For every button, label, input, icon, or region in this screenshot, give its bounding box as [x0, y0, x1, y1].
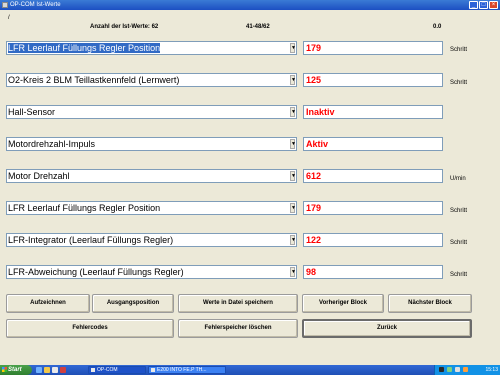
maximize-icon[interactable]: □	[479, 1, 488, 9]
chevron-down-icon[interactable]: ▼	[290, 203, 296, 213]
value-field-6: 179	[303, 201, 443, 215]
value-field-3: Inaktiv	[303, 105, 443, 119]
param-label: LFR Leerlauf Füllungs Regler Position	[8, 43, 161, 53]
param-label: Motor Drehzahl	[8, 171, 70, 181]
header-value: 0.0	[433, 24, 442, 30]
chevron-down-icon[interactable]: ▼	[290, 139, 296, 149]
value-field-5: 612	[303, 169, 443, 183]
quicklaunch-media-icon[interactable]	[60, 367, 66, 373]
param-select-7[interactable]: LFR-Integrator (Leerlauf Füllungs Regler…	[6, 233, 297, 247]
ist-werte-panel: / Anzahl der Ist-Werte: 62 41-48/62 0.0 …	[0, 10, 500, 365]
clock: 15:13	[485, 367, 498, 373]
app-icon	[2, 2, 8, 8]
clear-fault-memory-button[interactable]: Fehlerspeicher löschen	[178, 319, 298, 338]
close-icon[interactable]: ×	[489, 1, 498, 9]
chevron-down-icon[interactable]: ▼	[290, 107, 296, 117]
tray-icon[interactable]	[463, 367, 468, 372]
value-field-7: 122	[303, 233, 443, 247]
tray-icon[interactable]	[455, 367, 460, 372]
unit-label-1: Schritt	[450, 47, 468, 53]
unit-label-8: Schritt	[450, 272, 468, 278]
save-to-file-button[interactable]: Werte in Datei speichern	[178, 294, 298, 313]
tray-icon[interactable]	[447, 367, 452, 372]
app-icon	[151, 368, 155, 372]
param-select-4[interactable]: Motordrehzahl-Impuls ▼	[6, 137, 297, 151]
param-label: Motordrehzahl-Impuls	[8, 139, 96, 149]
param-select-6[interactable]: LFR Leerlauf Füllungs Regler Position ▼	[6, 201, 297, 215]
start-label: Start	[8, 367, 22, 373]
app-icon	[91, 368, 95, 372]
taskbar-item-window[interactable]: E200 INTO FE.P TH...	[148, 366, 226, 374]
unit-label-5: U/min	[450, 176, 466, 182]
param-label: LFR Leerlauf Füllungs Regler Position	[8, 203, 161, 213]
start-position-button[interactable]: Ausgangsposition	[92, 294, 174, 313]
unit-label-7: Schritt	[450, 240, 468, 246]
param-label: Hall-Sensor	[8, 107, 56, 117]
param-select-5[interactable]: Motor Drehzahl ▼	[6, 169, 297, 183]
param-label: LFR-Abweichung (Leerlauf Füllungs Regler…	[8, 267, 184, 277]
taskbar-item-opcom[interactable]: OP-COM	[88, 366, 146, 374]
chevron-down-icon[interactable]: ▼	[290, 171, 296, 181]
back-button[interactable]: Zurück	[302, 319, 472, 338]
start-button[interactable]: Start	[0, 365, 32, 375]
record-button[interactable]: Aufzeichnen	[6, 294, 90, 313]
fault-codes-button[interactable]: Fehlercodes	[6, 319, 174, 338]
minimize-icon[interactable]: _	[469, 1, 478, 9]
chevron-down-icon[interactable]: ▼	[290, 267, 296, 277]
chevron-down-icon[interactable]: ▼	[290, 43, 296, 53]
tray-icon[interactable]	[439, 367, 444, 372]
taskbar: Start OP-COM E200 INTO FE.P TH... 15:13	[0, 365, 500, 375]
system-tray: 15:13	[434, 365, 500, 375]
value-field-8: 98	[303, 265, 443, 279]
window-title-bar: OP-COM Ist-Werte _ □ ×	[0, 0, 500, 10]
param-select-1[interactable]: LFR Leerlauf Füllungs Regler Position ▼	[6, 41, 297, 55]
windows-logo-icon	[2, 367, 7, 372]
param-label: LFR-Integrator (Leerlauf Füllungs Regler…	[8, 235, 174, 245]
value-count-label: Anzahl der Ist-Werte: 62	[90, 24, 159, 30]
chevron-down-icon[interactable]: ▼	[290, 75, 296, 85]
value-field-1: 179	[303, 41, 443, 55]
param-select-8[interactable]: LFR-Abweichung (Leerlauf Füllungs Regler…	[6, 265, 297, 279]
param-select-3[interactable]: Hall-Sensor ▼	[6, 105, 297, 119]
desktop-icon[interactable]	[36, 367, 42, 373]
previous-block-button[interactable]: Vorheriger Block	[302, 294, 384, 313]
value-field-4: Aktiv	[303, 137, 443, 151]
block-range-label: 41-48/62	[246, 24, 270, 30]
unit-label-6: Schritt	[450, 208, 468, 214]
unit-label-2: Schritt	[450, 80, 468, 86]
chevron-down-icon[interactable]: ▼	[290, 235, 296, 245]
window-title: OP-COM Ist-Werte	[10, 2, 61, 8]
param-select-2[interactable]: O2-Kreis 2 BLM Teillastkennfeld (Lernwer…	[6, 73, 297, 87]
next-block-button[interactable]: Nächster Block	[388, 294, 472, 313]
header-slash: /	[8, 15, 10, 21]
value-field-2: 125	[303, 73, 443, 87]
taskbar-item-label: E200 INTO FE.P TH...	[157, 367, 207, 373]
quicklaunch-app-icon[interactable]	[52, 367, 58, 373]
explorer-icon[interactable]	[44, 367, 50, 373]
param-label: O2-Kreis 2 BLM Teillastkennfeld (Lernwer…	[8, 75, 180, 85]
taskbar-item-label: OP-COM	[97, 367, 118, 373]
